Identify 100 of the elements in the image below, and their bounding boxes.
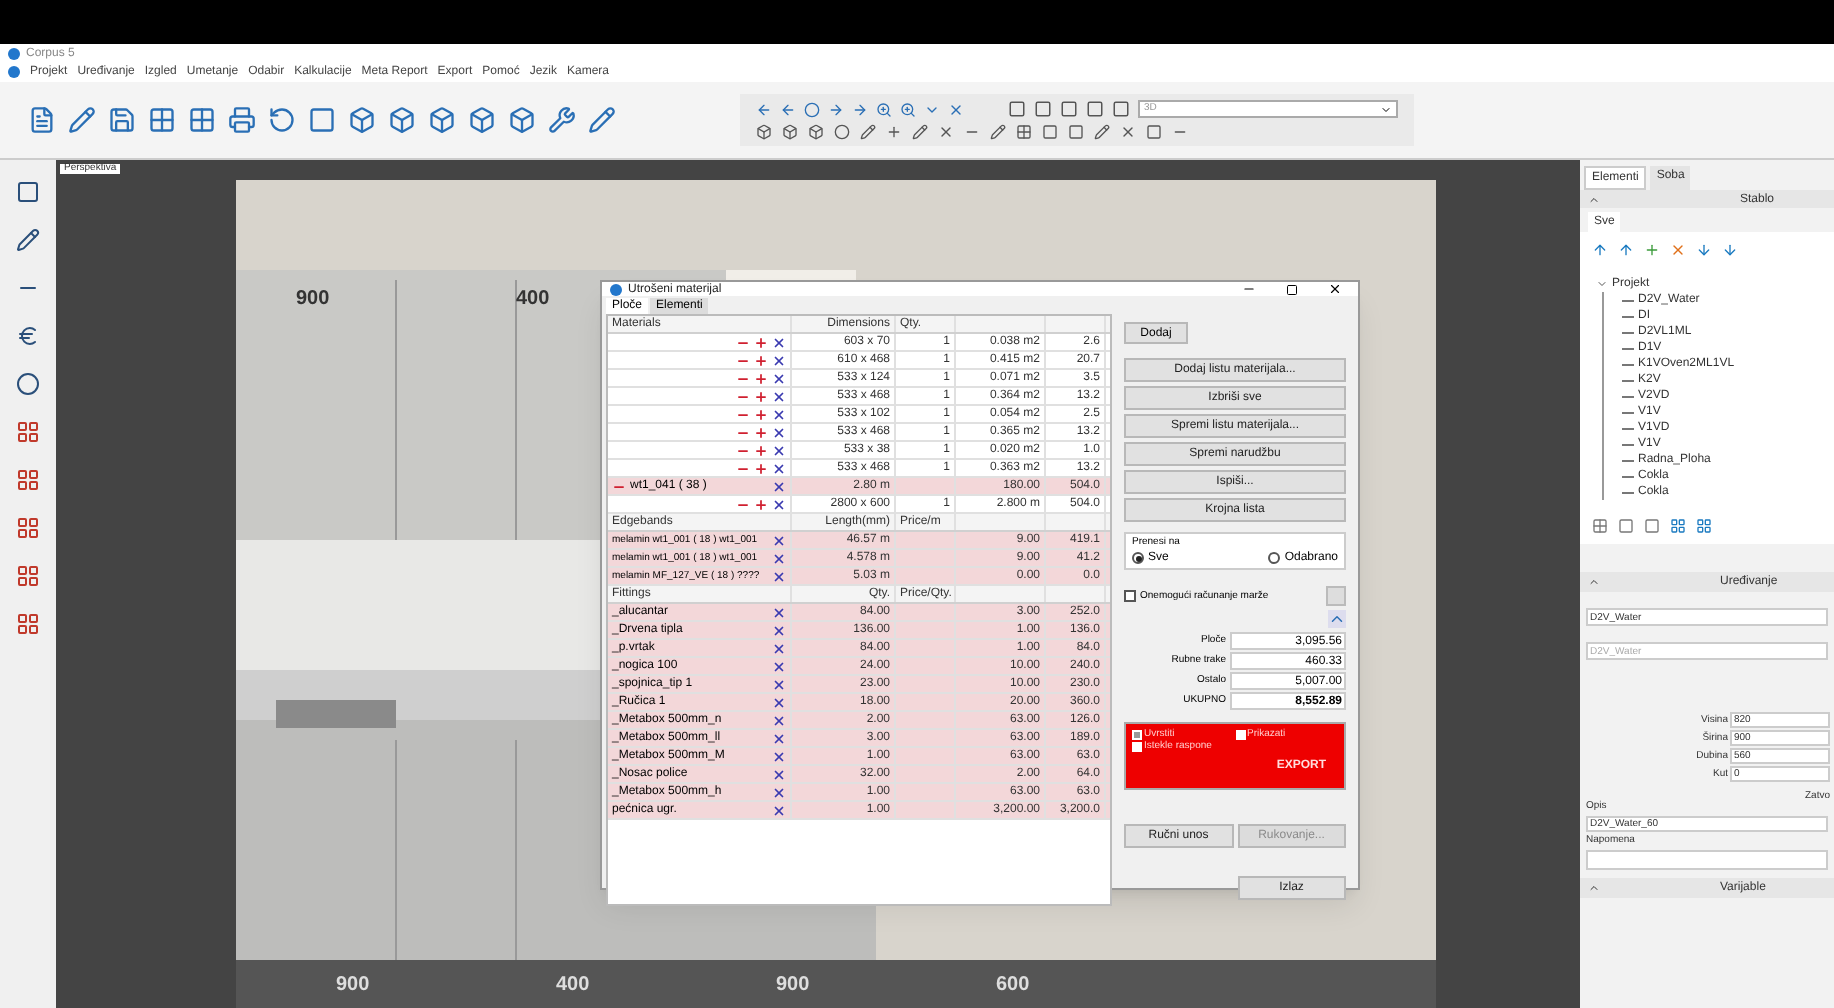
radio-button[interactable] bbox=[1132, 552, 1144, 564]
toolbar-icon[interactable] bbox=[1094, 124, 1110, 140]
toolbar-icon[interactable] bbox=[188, 106, 216, 134]
remove-icon[interactable] bbox=[772, 749, 786, 763]
tree-tool-icon[interactable] bbox=[1644, 242, 1660, 258]
tool-icon[interactable] bbox=[16, 468, 40, 492]
tool-icon[interactable] bbox=[16, 612, 40, 636]
toolbar-icon[interactable] bbox=[108, 106, 136, 134]
toolbar-icon[interactable] bbox=[876, 101, 892, 117]
tree-tool-icon[interactable] bbox=[1696, 242, 1712, 258]
tree-line-icon bbox=[1622, 411, 1634, 413]
checkbox[interactable] bbox=[1124, 590, 1136, 602]
toolbar-icon[interactable] bbox=[948, 101, 964, 117]
toolbar-icon[interactable] bbox=[68, 106, 96, 134]
toolbar-icon[interactable] bbox=[1016, 124, 1032, 140]
tree-tool-icon[interactable] bbox=[1722, 242, 1738, 258]
toolbar-icon[interactable] bbox=[886, 124, 902, 140]
toolbar-icon[interactable] bbox=[308, 106, 336, 134]
dropdown-caret-icon bbox=[1380, 103, 1392, 115]
collapse-icon[interactable] bbox=[1328, 610, 1346, 628]
toolbar-icon[interactable] bbox=[1120, 124, 1136, 140]
tool-icon[interactable] bbox=[16, 180, 40, 204]
toolbar-icon[interactable] bbox=[852, 101, 868, 117]
remove-icon[interactable] bbox=[772, 389, 786, 403]
tool-icon[interactable] bbox=[16, 564, 40, 588]
toolbar-icon[interactable] bbox=[938, 124, 954, 140]
plus-icon[interactable] bbox=[754, 461, 768, 475]
tool-icon[interactable] bbox=[16, 324, 40, 348]
remove-icon[interactable] bbox=[772, 731, 786, 745]
remove-icon[interactable] bbox=[772, 497, 786, 511]
remove-icon[interactable] bbox=[772, 641, 786, 655]
plus-icon[interactable] bbox=[754, 407, 768, 421]
toolbar-icon[interactable] bbox=[268, 106, 296, 134]
remove-icon[interactable] bbox=[772, 767, 786, 781]
close-icon[interactable] bbox=[1328, 282, 1342, 296]
tool-icon[interactable] bbox=[16, 372, 40, 396]
tree-tool-icon[interactable] bbox=[1618, 242, 1634, 258]
tree-tool-icon[interactable] bbox=[1592, 242, 1608, 258]
toolbar-icon[interactable] bbox=[756, 124, 772, 140]
remove-icon[interactable] bbox=[772, 677, 786, 691]
dimension-label: 600 bbox=[996, 972, 1030, 1000]
plus-icon[interactable] bbox=[754, 371, 768, 385]
toolbar-icon[interactable] bbox=[990, 124, 1006, 140]
tree-tool-icon[interactable] bbox=[1670, 242, 1686, 258]
remove-icon[interactable] bbox=[772, 623, 786, 637]
view-mode-icon[interactable] bbox=[1592, 518, 1608, 534]
radio-button[interactable] bbox=[1268, 552, 1281, 564]
toolbar-icon[interactable] bbox=[780, 101, 796, 117]
view-mode-icon[interactable] bbox=[1696, 518, 1712, 534]
remove-icon[interactable] bbox=[772, 803, 786, 817]
remove-icon[interactable] bbox=[772, 551, 786, 565]
remove-icon[interactable] bbox=[772, 479, 786, 493]
plus-icon[interactable] bbox=[754, 353, 768, 367]
toolbar-icon[interactable] bbox=[468, 106, 496, 134]
remove-icon[interactable] bbox=[772, 605, 786, 619]
maximize-icon[interactable] bbox=[1286, 283, 1298, 295]
remove-icon[interactable] bbox=[772, 371, 786, 385]
remove-icon[interactable] bbox=[772, 425, 786, 439]
note-field[interactable] bbox=[1586, 850, 1828, 870]
remove-icon[interactable] bbox=[772, 713, 786, 727]
collapse-icon[interactable] bbox=[1588, 193, 1600, 205]
toolbar-icon[interactable] bbox=[228, 106, 256, 134]
remove-icon[interactable] bbox=[772, 569, 786, 583]
toolbar-icon[interactable] bbox=[28, 106, 56, 134]
plus-icon[interactable] bbox=[754, 497, 768, 511]
toolbar-icon[interactable] bbox=[508, 106, 536, 134]
remove-icon[interactable] bbox=[772, 353, 786, 367]
toolbar-icon[interactable] bbox=[428, 106, 456, 134]
remove-icon[interactable] bbox=[772, 443, 786, 457]
toolbar-icon[interactable] bbox=[808, 124, 824, 140]
toolbar-icon[interactable] bbox=[588, 106, 616, 134]
collapse-icon[interactable] bbox=[1588, 882, 1600, 894]
remove-icon[interactable] bbox=[772, 785, 786, 799]
collapse-icon[interactable] bbox=[1588, 576, 1600, 588]
minimize-icon[interactable] bbox=[1242, 282, 1256, 296]
toolbar-icon[interactable] bbox=[348, 106, 376, 134]
remove-icon[interactable] bbox=[772, 695, 786, 709]
plus-icon[interactable] bbox=[754, 389, 768, 403]
view-mode-icon[interactable] bbox=[1670, 518, 1686, 534]
remove-icon[interactable] bbox=[772, 407, 786, 421]
plus-icon[interactable] bbox=[754, 425, 768, 439]
tool-icon[interactable] bbox=[16, 516, 40, 540]
tool-icon[interactable] bbox=[16, 228, 40, 252]
toolbar-icon[interactable] bbox=[756, 101, 772, 117]
toolbar-icon[interactable] bbox=[148, 106, 176, 134]
toolbar-icon[interactable] bbox=[912, 124, 928, 140]
tool-icon[interactable] bbox=[16, 420, 40, 444]
toolbar-icon[interactable] bbox=[900, 101, 916, 117]
toolbar-icon[interactable] bbox=[388, 106, 416, 134]
remove-icon[interactable] bbox=[772, 533, 786, 547]
toolbar-icon[interactable] bbox=[548, 106, 576, 134]
remove-icon[interactable] bbox=[772, 335, 786, 349]
toolbar-icon[interactable] bbox=[828, 101, 844, 117]
toolbar-icon[interactable] bbox=[860, 124, 876, 140]
plus-icon[interactable] bbox=[754, 443, 768, 457]
plus-icon[interactable] bbox=[754, 335, 768, 349]
toolbar-icon[interactable] bbox=[782, 124, 798, 140]
remove-icon[interactable] bbox=[772, 659, 786, 673]
dimension-label: 900 bbox=[296, 286, 330, 314]
remove-icon[interactable] bbox=[772, 461, 786, 475]
